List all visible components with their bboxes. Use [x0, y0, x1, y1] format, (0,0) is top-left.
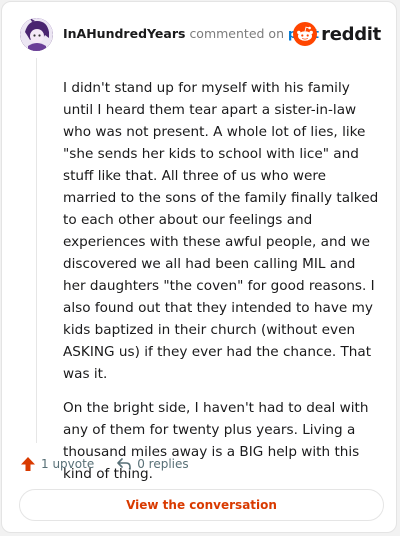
- replies-count: 0 replies: [137, 457, 189, 471]
- thread-line: [36, 58, 37, 443]
- upvote-count: 1 upvote: [41, 457, 95, 471]
- reddit-wordmark: reddit: [321, 23, 381, 45]
- reddit-snoo-icon: [293, 22, 318, 46]
- comment-header: InAHundredYears commented on post: [63, 26, 319, 42]
- comment-body: I didn't stand up for myself with his fa…: [63, 77, 381, 497]
- avatar[interactable]: [20, 18, 53, 51]
- comment-card: InAHundredYears commented on post reddit…: [1, 1, 397, 533]
- upvote-button[interactable]: 1 upvote: [20, 456, 94, 472]
- reddit-logo[interactable]: reddit: [293, 22, 381, 46]
- arrow-up-icon: [21, 457, 35, 471]
- avatar-image: [20, 18, 53, 51]
- reply-arrow-icon: [117, 458, 132, 470]
- commented-on-text: commented on: [189, 26, 284, 41]
- view-conversation-button[interactable]: View the conversation: [19, 489, 384, 521]
- replies-button[interactable]: 0 replies: [116, 456, 189, 472]
- comment-paragraph-1: I didn't stand up for myself with his fa…: [63, 80, 379, 382]
- comment-actions: 1 upvote 0 replies: [20, 456, 211, 472]
- username-link[interactable]: InAHundredYears: [63, 26, 185, 41]
